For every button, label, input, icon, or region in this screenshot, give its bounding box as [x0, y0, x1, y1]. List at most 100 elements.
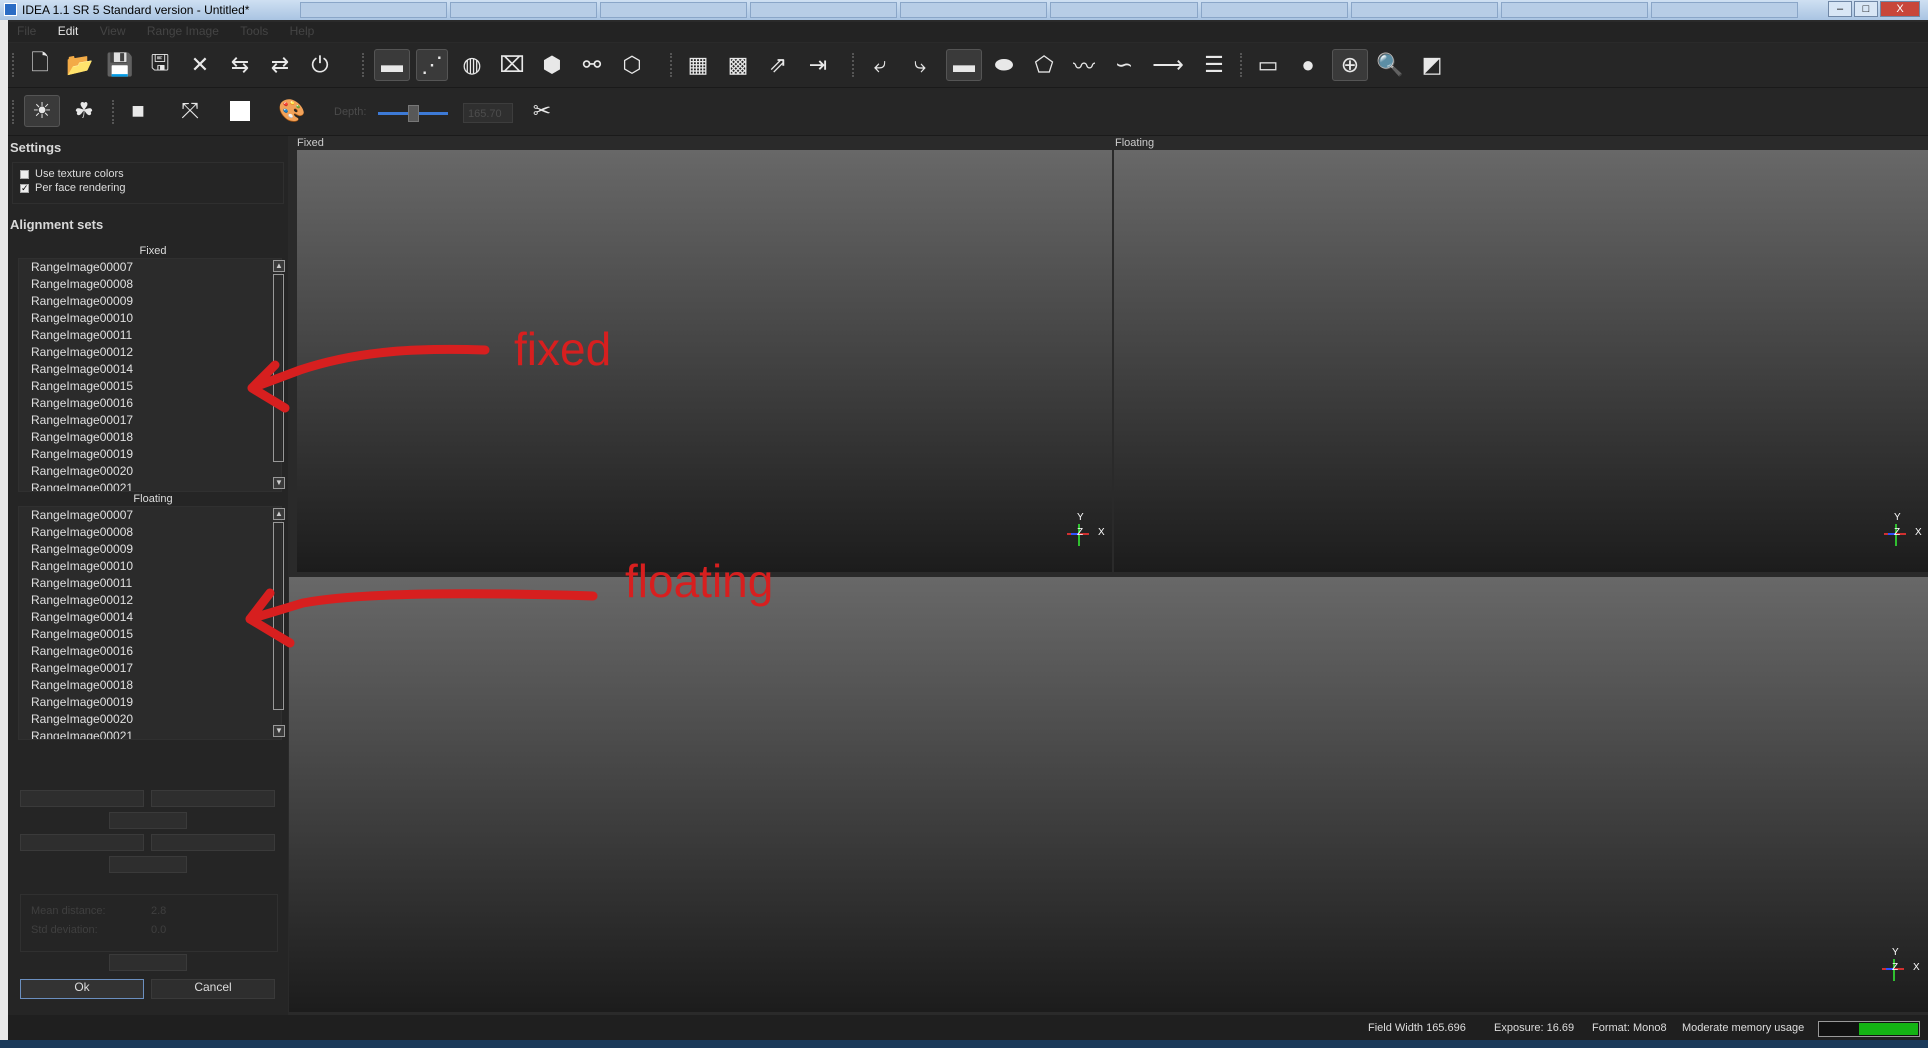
browser-tab[interactable] — [1050, 2, 1198, 18]
point-cloud-icon[interactable]: ⋰ — [416, 49, 448, 81]
use-texture-colors-checkbox[interactable]: Use texture colors — [20, 168, 124, 180]
disabled-button[interactable] — [109, 954, 187, 971]
browser-tab[interactable] — [1200, 2, 1348, 18]
polygon-icon[interactable]: ⬠ — [1028, 49, 1060, 81]
light-icon[interactable]: ☀ — [24, 95, 60, 127]
list-item[interactable]: RangeImage00008 — [19, 524, 281, 541]
freeform-icon[interactable]: 〰 — [1068, 49, 1100, 81]
rectangle-icon[interactable]: ▬ — [946, 49, 982, 81]
browser-tab[interactable] — [750, 2, 898, 18]
disabled-button[interactable] — [20, 834, 144, 851]
disabled-button[interactable] — [109, 856, 187, 873]
list-item[interactable]: RangeImage00010 — [19, 310, 281, 327]
menu-edit[interactable]: Edit — [49, 22, 88, 40]
floating-viewport[interactable]: Y Z X — [1114, 150, 1928, 572]
curve-left-icon[interactable]: ⤶ — [864, 49, 896, 81]
list-item[interactable]: RangeImage00019 — [19, 446, 281, 463]
axis-y-label: Y — [1892, 947, 1899, 958]
axis-z-label: Z — [1077, 527, 1084, 538]
close-button[interactable]: X — [1880, 1, 1920, 17]
list-item[interactable]: RangeImage00018 — [19, 677, 281, 694]
window-icon[interactable]: ▭ — [1252, 49, 1284, 81]
merge-icon[interactable]: ⬢ — [536, 49, 568, 81]
rotate-icon[interactable]: ⊕ — [1332, 49, 1368, 81]
browser-tab[interactable] — [300, 2, 448, 18]
browser-tab[interactable] — [600, 2, 748, 18]
import-icon[interactable]: ⇆ — [224, 49, 256, 81]
scroll-down-icon[interactable]: ▼ — [273, 477, 285, 489]
globe-icon[interactable]: ◍ — [456, 49, 488, 81]
ok-button[interactable]: Ok — [20, 979, 144, 999]
list-item[interactable]: RangeImage00018 — [19, 429, 281, 446]
save-icon[interactable]: 💾 — [104, 49, 136, 81]
browser-tab[interactable] — [1650, 2, 1798, 18]
scroll-up-icon[interactable]: ▲ — [273, 260, 285, 272]
mesh-icon[interactable]: ⌧ — [496, 49, 528, 81]
menu-range-image[interactable]: Range Image — [138, 22, 228, 40]
export-icon[interactable]: ⇄ — [264, 49, 296, 81]
list-item[interactable]: RangeImage00009 — [19, 541, 281, 558]
mirror-icon[interactable]: ⇥ — [802, 49, 834, 81]
palette-icon[interactable]: 🎨 — [276, 95, 308, 127]
menu-help[interactable]: Help — [281, 22, 324, 40]
connect-icon[interactable]: ⚯ — [576, 49, 608, 81]
list-item[interactable]: RangeImage00020 — [19, 463, 281, 480]
minimize-button[interactable]: – — [1828, 1, 1852, 17]
disabled-button[interactable] — [151, 790, 275, 807]
list-item[interactable]: RangeImage00020 — [19, 711, 281, 728]
white-swatch-icon[interactable] — [224, 95, 256, 127]
scroll-down-icon[interactable]: ▼ — [273, 725, 285, 737]
disabled-button[interactable] — [151, 834, 275, 851]
grid-small-icon[interactable]: ▦ — [682, 49, 714, 81]
transform-icon[interactable]: ⇗ — [762, 49, 794, 81]
ellipse-icon[interactable]: ⬬ — [988, 49, 1020, 81]
power-icon[interactable]: ⏻ — [304, 49, 336, 81]
scroll-up-icon[interactable]: ▲ — [273, 508, 285, 520]
menu-view[interactable]: View — [91, 22, 135, 40]
list-item[interactable]: RangeImage00019 — [19, 694, 281, 711]
browser-tab[interactable] — [900, 2, 1048, 18]
shape-icon[interactable]: ⬡ — [616, 49, 648, 81]
list-item[interactable]: RangeImage00007 — [19, 507, 281, 524]
save-as-icon[interactable]: 🖫 — [144, 49, 176, 81]
curve-right-icon[interactable]: ⤷ — [904, 49, 936, 81]
alignment-stats-group: Mean distance: 2.8 Std deviation: 0.0 — [20, 894, 278, 952]
open-folder-icon[interactable]: 📂 — [64, 49, 96, 81]
list-item[interactable]: RangeImage00009 — [19, 293, 281, 310]
scanner-icon[interactable]: ▬ — [374, 49, 410, 81]
list-item[interactable]: RangeImage00021 — [19, 728, 281, 739]
line-icon[interactable]: ⟶ — [1152, 49, 1184, 81]
zoom-icon[interactable]: 🔍 — [1374, 49, 1406, 81]
grid-icon[interactable]: ▩ — [722, 49, 754, 81]
new-file-icon[interactable]: 🗋 — [24, 49, 56, 81]
materials-icon[interactable]: ☘ — [68, 95, 100, 127]
list-item[interactable]: RangeImage00008 — [19, 276, 281, 293]
layers-icon[interactable]: ☰ — [1198, 49, 1230, 81]
checkbox-unchecked-icon[interactable] — [20, 169, 29, 179]
depth-slider-thumb[interactable] — [408, 105, 419, 122]
maximize-button[interactable]: □ — [1854, 1, 1878, 17]
cancel-button[interactable]: Cancel — [151, 979, 275, 999]
tools-icon[interactable]: ✂ — [526, 95, 558, 127]
line-curve-icon[interactable]: ∽ — [1108, 49, 1140, 81]
list-item[interactable]: RangeImage00021 — [19, 480, 281, 491]
list-item[interactable]: RangeImage00007 — [19, 259, 281, 276]
browser-tab[interactable] — [1500, 2, 1648, 18]
disabled-button[interactable] — [20, 790, 144, 807]
checkbox-checked-icon[interactable]: ✓ — [20, 183, 29, 193]
per-face-rendering-checkbox[interactable]: ✓ Per face rendering — [20, 182, 126, 194]
color-square-icon[interactable]: ■ — [122, 95, 154, 127]
browser-tab[interactable] — [450, 2, 598, 18]
cube-icon[interactable]: ◩ — [1416, 49, 1448, 81]
axis-y-label: Y — [1894, 512, 1901, 523]
menu-file[interactable]: File — [8, 22, 45, 40]
menu-tools[interactable]: Tools — [231, 22, 277, 40]
disabled-button[interactable] — [109, 812, 187, 829]
browser-tab[interactable] — [1350, 2, 1498, 18]
depth-value-field[interactable]: 165.70 — [463, 103, 513, 123]
picker-icon[interactable]: ⤧ — [174, 95, 206, 127]
axis-y-label: Y — [1077, 512, 1084, 523]
close-file-icon[interactable]: ✕ — [184, 49, 216, 81]
sphere-icon[interactable]: ● — [1292, 49, 1324, 81]
use-texture-colors-label: Use texture colors — [35, 168, 124, 180]
